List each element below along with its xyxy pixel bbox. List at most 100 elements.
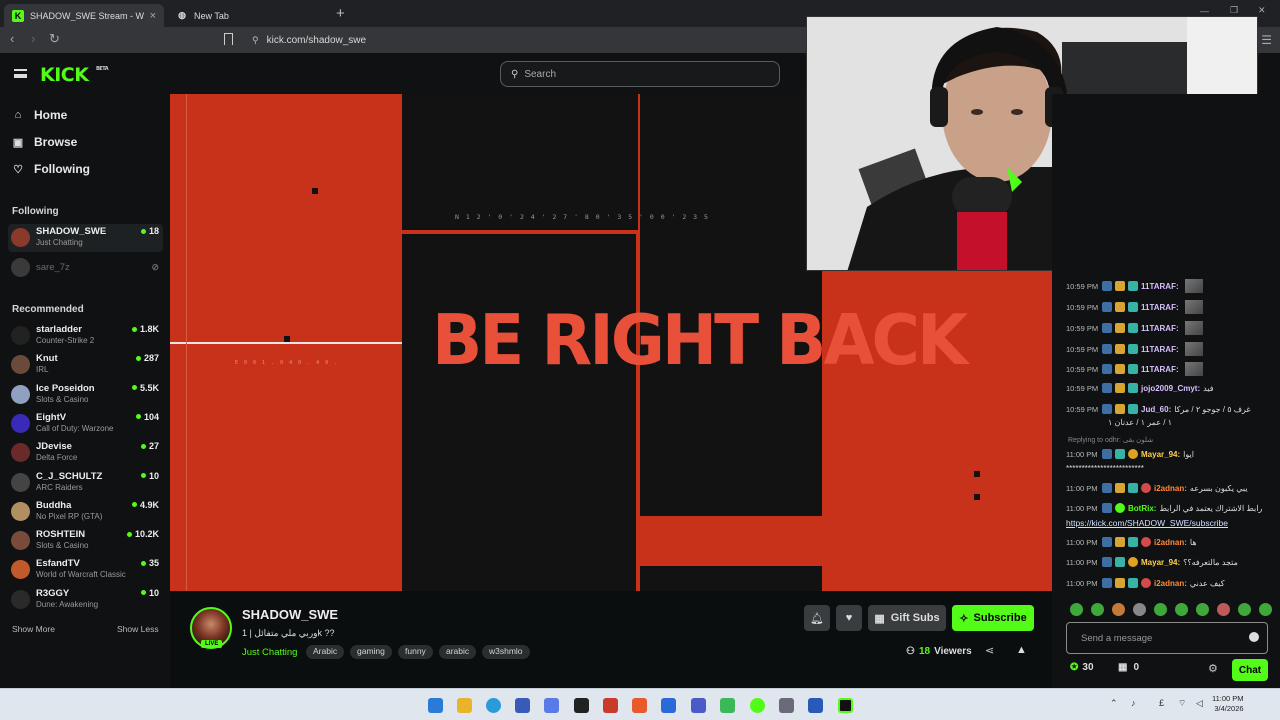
chat-username[interactable]: Mayar_94:	[1141, 450, 1180, 459]
kick-logo[interactable]: KICK BETA	[40, 64, 109, 86]
emote-icon[interactable]	[1091, 603, 1104, 616]
close-window-icon[interactable]: ✕	[1258, 5, 1266, 16]
sidebar-channel-recommended[interactable]: JDevise Delta Force 27	[8, 439, 163, 467]
channel-name[interactable]: SHADOW_SWE	[242, 607, 338, 622]
emote-icon[interactable]	[1217, 603, 1230, 616]
chat-username[interactable]: BotRix:	[1128, 504, 1156, 513]
message-time: 11:00 PM	[1066, 557, 1098, 567]
sidebar-channel-recommended[interactable]: C_J_SCHULTZ ARC Raiders 10	[8, 469, 163, 497]
nav-home[interactable]: ⌂ Home	[12, 108, 68, 122]
emote-icon[interactable]	[1196, 603, 1209, 616]
forward-icon[interactable]: ›	[31, 31, 35, 46]
sidebar-channel-recommended[interactable]: EsfandTV World of Warcraft Classic 35	[8, 556, 163, 584]
tab-kick-stream[interactable]: K SHADOW_SWE Stream - Watch ×	[4, 4, 164, 27]
address-bar[interactable]: ⚲ kick.com/shadow_swe	[246, 30, 806, 50]
app-icon[interactable]	[691, 698, 706, 713]
app-icon[interactable]	[720, 698, 735, 713]
emote-icon[interactable]	[1070, 603, 1083, 616]
sidebar-channel-recommended[interactable]: EightV Call of Duty: Warzone 104	[8, 410, 163, 438]
app-icon[interactable]	[603, 698, 618, 713]
chat-username[interactable]: i2adnan:	[1154, 484, 1187, 493]
store-icon[interactable]	[515, 698, 530, 713]
sidebar-channel-recommended[interactable]: starladder Counter-Strike 2 1.8K	[8, 322, 163, 350]
tag-arabic[interactable]: Arabic	[306, 645, 345, 659]
app-icon[interactable]	[808, 698, 823, 713]
sidebar-channel-shadow-swe[interactable]: SHADOW_SWE Just Chatting 18	[8, 224, 163, 252]
app-icon[interactable]	[544, 698, 559, 713]
file-explorer-icon[interactable]	[457, 698, 472, 713]
network-icon[interactable]: ⌔	[1178, 698, 1186, 709]
chat-username[interactable]: i2adnan:	[1154, 579, 1187, 588]
chat-username[interactable]: 11TARAF:	[1141, 365, 1179, 374]
gift-counter[interactable]: ▦ 0	[1118, 662, 1139, 673]
new-tab-button[interactable]: +	[336, 5, 345, 22]
close-tab-icon[interactable]: ×	[150, 10, 156, 22]
share-icon[interactable]: ⋖	[985, 644, 994, 657]
stream-category[interactable]: Just Chatting	[242, 647, 297, 658]
chat-username[interactable]: 11TARAF:	[1141, 303, 1179, 312]
emote-icon[interactable]	[1175, 603, 1188, 616]
chat-username[interactable]: Jud_60:	[1141, 405, 1171, 414]
sidebar-channel-recommended[interactable]: Buddha No Pixel RP (GTA) 4.9K	[8, 498, 163, 526]
hamburger-menu-icon[interactable]	[14, 69, 27, 78]
chat-username[interactable]: 11TARAF:	[1141, 345, 1179, 354]
edge-icon[interactable]	[486, 698, 501, 713]
site-info-icon[interactable]: ⚲	[252, 35, 259, 46]
nav-following[interactable]: ♡ Following	[12, 162, 90, 176]
tag-funny[interactable]: funny	[398, 645, 433, 659]
sidebar-channel-sare-7z[interactable]: sare_7z ⊘	[8, 254, 163, 282]
tag-arabic-lower[interactable]: arabic	[439, 645, 477, 659]
volume-icon[interactable]: ◁	[1196, 698, 1203, 709]
tab-new-tab[interactable]: ◍ New Tab	[168, 4, 328, 27]
chat-username[interactable]: i2adnan:	[1154, 538, 1187, 547]
bookmark-icon[interactable]	[224, 33, 233, 45]
chat-settings-icon[interactable]: ⚙	[1208, 662, 1218, 675]
show-more-button[interactable]: Show More	[12, 624, 55, 634]
emote-icon[interactable]	[1112, 603, 1125, 616]
vs-code-icon[interactable]	[661, 698, 676, 713]
notification-bell-button[interactable]: 🔔︎	[804, 605, 830, 631]
chat-input[interactable]: Send a message	[1066, 622, 1268, 654]
follow-heart-button[interactable]: ♥	[836, 605, 862, 631]
nav-browse[interactable]: ▣ Browse	[12, 135, 78, 149]
sidebar-channel-recommended[interactable]: ROSHTEIN Slots & Casino 10.2K	[8, 527, 163, 555]
app-icon[interactable]	[750, 698, 765, 713]
brave-icon[interactable]	[632, 698, 647, 713]
tray-chevron-icon[interactable]: ⌃	[1110, 698, 1118, 709]
chat-username[interactable]: 11TARAF:	[1141, 324, 1179, 333]
start-menu-icon[interactable]	[428, 698, 443, 713]
system-clock[interactable]: 11:00 PM 3/4/2026	[1212, 694, 1244, 714]
gift-subs-button[interactable]: ▦ Gift Subs	[868, 605, 946, 631]
settings-icon[interactable]	[779, 698, 794, 713]
sidebar-channel-recommended[interactable]: R3GGY Dune: Awakening 10	[8, 586, 163, 614]
report-icon[interactable]: ▲	[1016, 644, 1027, 656]
emote-icon[interactable]	[1259, 603, 1272, 616]
chat-username[interactable]: 11TARAF:	[1141, 282, 1179, 291]
search-input[interactable]: ⚲ Search	[500, 61, 780, 87]
emote-icon[interactable]	[1154, 603, 1167, 616]
minimize-icon[interactable]: —	[1200, 6, 1209, 16]
back-icon[interactable]: ‹	[10, 31, 14, 46]
sidebar-channel-recommended[interactable]: Knut IRL 287	[8, 351, 163, 379]
chat-username[interactable]: jojo2009_Cmyt:	[1141, 384, 1200, 393]
emote-icon[interactable]	[1238, 603, 1251, 616]
chat-username[interactable]: Mayar_94:	[1141, 558, 1180, 567]
subscribe-button[interactable]: ✧ Subscribe	[952, 605, 1034, 631]
show-less-button[interactable]: Show Less	[117, 624, 159, 634]
terminal-icon[interactable]	[574, 698, 589, 713]
reload-icon[interactable]: ↻	[49, 31, 60, 47]
emote-icon[interactable]	[1133, 603, 1146, 616]
botrix-subscribe-link[interactable]: https://kick.com/SHADOW_SWE/subscribe	[1066, 518, 1228, 528]
language-icon[interactable]: £	[1159, 698, 1164, 708]
kick-app-icon[interactable]	[838, 698, 853, 713]
tag-gaming[interactable]: gaming	[350, 645, 392, 659]
avatar	[11, 472, 30, 492]
channel-points[interactable]: ✪ 30	[1070, 662, 1094, 673]
emoji-picker-icon[interactable]	[1249, 632, 1259, 642]
sidebar-channel-recommended[interactable]: Ice Poseidon Slots & Casino 5.5K	[8, 381, 163, 409]
tag-w3shmlo[interactable]: w3shmlo	[482, 645, 530, 659]
browser-menu-icon[interactable]: ☰	[1261, 33, 1272, 47]
chat-send-button[interactable]: Chat	[1232, 659, 1268, 681]
maximize-icon[interactable]: ❐	[1230, 5, 1238, 16]
microphone-icon[interactable]: ♪	[1131, 698, 1136, 708]
